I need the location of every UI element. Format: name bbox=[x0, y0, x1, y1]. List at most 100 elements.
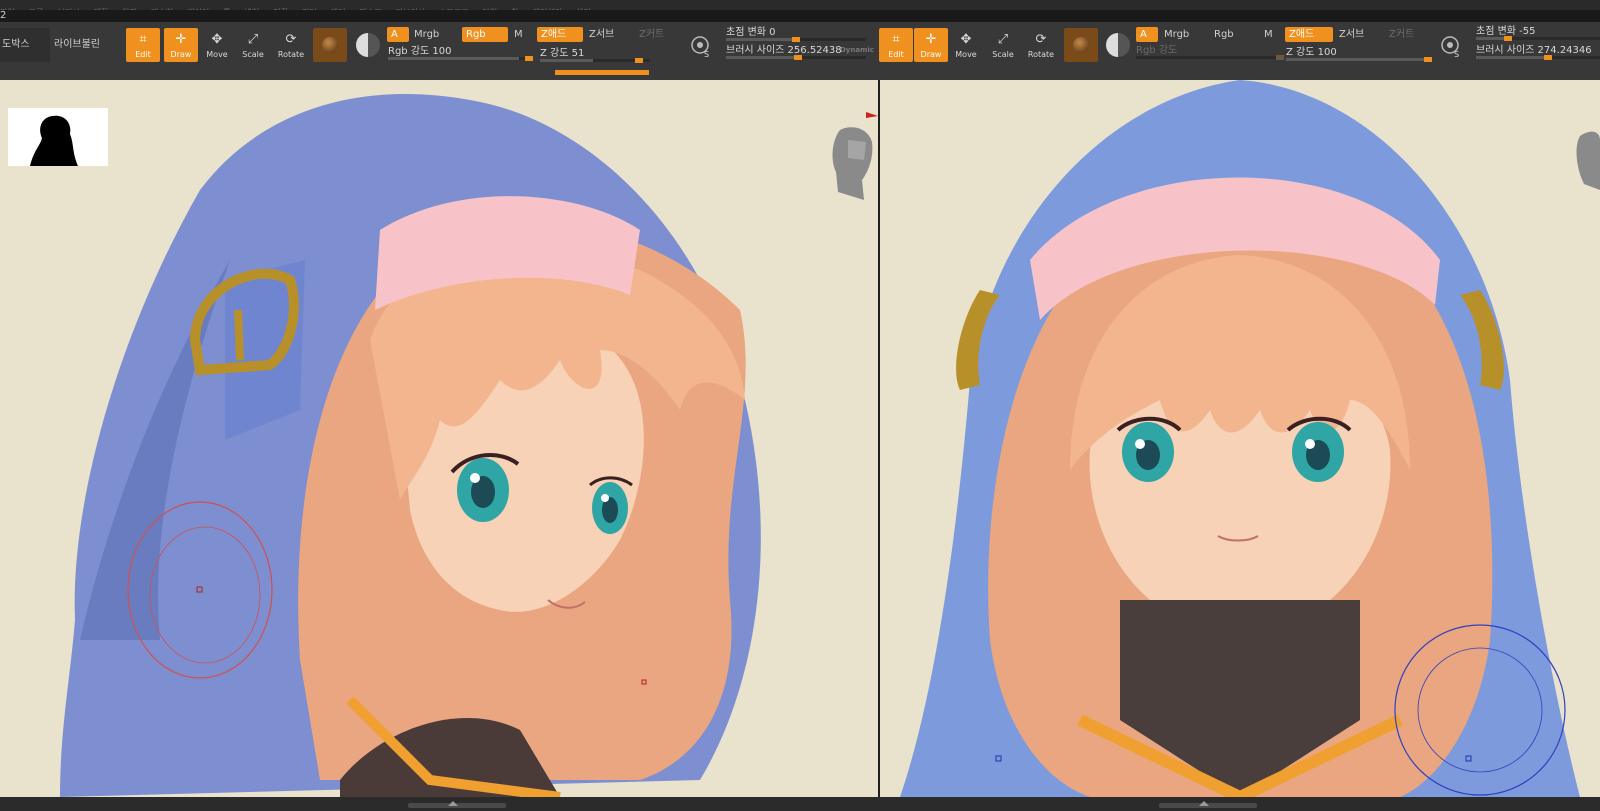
dynamic-toggle[interactable]: Dynamic bbox=[840, 46, 874, 54]
menu-item[interactable]: 지브러시 bbox=[396, 9, 425, 11]
slider-knob[interactable] bbox=[792, 37, 800, 42]
edit-icon: ⌗ bbox=[139, 32, 147, 47]
slider-knob[interactable] bbox=[1424, 57, 1432, 62]
zsub-toggle[interactable]: Z서브 bbox=[1335, 27, 1381, 42]
draw-button[interactable]: ✛ Draw bbox=[914, 28, 948, 62]
slider-label: Rgb 강도 bbox=[1136, 45, 1178, 56]
canvas-left[interactable] bbox=[0, 80, 878, 797]
head-gizmo-icon bbox=[832, 112, 878, 200]
menu-item[interactable]: 재질 bbox=[94, 9, 109, 11]
slider-knob[interactable] bbox=[635, 58, 643, 63]
rgb-toggle[interactable]: Rgb bbox=[462, 27, 508, 42]
slider-fill bbox=[388, 57, 519, 60]
scale-button[interactable]: ⤢ Scale bbox=[236, 28, 270, 62]
menu-item[interactable]: 창 bbox=[511, 9, 518, 11]
menu-item[interactable]: 설정 bbox=[576, 9, 591, 11]
menu-item[interactable]: 브러시 bbox=[57, 9, 79, 11]
rotate-button[interactable]: ⟳ Rotate bbox=[274, 28, 308, 62]
menu-item[interactable]: 텍스처 bbox=[151, 9, 173, 11]
menu-item[interactable]: 도구 bbox=[29, 9, 44, 11]
menu-item[interactable]: 타입 bbox=[483, 9, 498, 11]
m-toggle[interactable]: M bbox=[1260, 27, 1280, 42]
menu-item[interactable]: 알파 bbox=[122, 9, 137, 11]
draw-size-slider[interactable]: 브러시 사이즈 274.24346 bbox=[1476, 45, 1600, 60]
material-icon[interactable] bbox=[313, 28, 347, 62]
canvas-right[interactable] bbox=[880, 80, 1600, 797]
zcut-toggle[interactable]: Z커트 bbox=[1385, 27, 1425, 42]
tab-live-boolean[interactable]: 라이브불린 bbox=[52, 28, 124, 62]
menu-item[interactable]: 레이어 bbox=[187, 9, 209, 11]
menu-item[interactable]: 툴 bbox=[223, 9, 230, 11]
slider-label: 브러시 사이즈 256.52438 bbox=[726, 45, 842, 56]
zcut-toggle[interactable]: Z커트 bbox=[635, 27, 671, 42]
m-toggle[interactable]: M bbox=[510, 27, 530, 42]
mrgb-toggle[interactable]: Mrgb bbox=[410, 27, 460, 42]
scale-icon: ⤢ bbox=[997, 32, 1009, 47]
menu-item[interactable]: 마스크 bbox=[360, 9, 382, 11]
menu-item[interactable]: 렌더 bbox=[331, 9, 346, 11]
yinyang-icon[interactable] bbox=[356, 33, 380, 57]
slider-label: 초점 변화 -55 bbox=[1476, 26, 1536, 37]
slider-fill bbox=[1476, 37, 1507, 40]
draw-label: Draw bbox=[170, 50, 192, 59]
slider-knob[interactable] bbox=[1276, 55, 1284, 60]
slider-fill bbox=[540, 59, 593, 62]
move-button[interactable]: ✥ Move bbox=[949, 28, 983, 62]
menu-item[interactable]: 스트로크 bbox=[439, 9, 468, 11]
slider-label: Z 강도 100 bbox=[1286, 47, 1337, 58]
z-intensity-slider[interactable]: Z 강도 100 bbox=[1286, 47, 1432, 62]
stroke-icon[interactable]: S bbox=[690, 35, 714, 59]
mrgb-toggle[interactable]: Mrgb bbox=[1160, 27, 1210, 42]
stroke-icon[interactable]: S bbox=[1440, 35, 1464, 59]
rotate-icon: ⟳ bbox=[1035, 32, 1047, 47]
move-label: Move bbox=[206, 50, 228, 59]
zsub-toggle[interactable]: Z서브 bbox=[585, 27, 631, 42]
scale-icon: ⤢ bbox=[247, 32, 259, 47]
a-toggle[interactable]: A bbox=[1136, 27, 1158, 42]
sculpt-render-side-view bbox=[8, 94, 878, 797]
bottom-scroll-handle[interactable] bbox=[408, 801, 506, 808]
sculpt-render-front-view bbox=[900, 80, 1600, 797]
menu-item[interactable]: 필터 bbox=[302, 9, 317, 11]
menu-item[interactable]: 편집 bbox=[273, 9, 288, 11]
z-intensity-slider[interactable]: Z 강도 51 bbox=[540, 48, 650, 63]
draw-icon: ✛ bbox=[175, 32, 187, 47]
zadd-toggle[interactable]: Z애드 bbox=[1285, 27, 1333, 42]
tab-label: 라이브불린 bbox=[54, 39, 100, 50]
tab-tool-box[interactable]: 도박스 bbox=[0, 28, 50, 62]
menu-item[interactable]: 변형 bbox=[245, 9, 260, 11]
slider-fill bbox=[726, 38, 796, 41]
move-icon: ✥ bbox=[211, 32, 223, 47]
focal-shift-slider[interactable]: 초점 변화 0 bbox=[726, 27, 866, 42]
edit-icon: ⌗ bbox=[892, 32, 900, 47]
scale-label: Scale bbox=[242, 50, 264, 59]
rgb-toggle[interactable]: Rgb bbox=[1210, 27, 1254, 42]
window-number: 2 bbox=[0, 10, 7, 21]
edit-button[interactable]: ⌗ Edit bbox=[879, 28, 913, 62]
rgb-intensity-slider[interactable]: Rgb 강도 100 bbox=[388, 46, 533, 61]
svg-text:S: S bbox=[1454, 50, 1459, 59]
svg-text:S: S bbox=[704, 50, 709, 59]
menu-item[interactable]: 개인설정 bbox=[533, 9, 562, 11]
slider-label: 브러시 사이즈 274.24346 bbox=[1476, 45, 1592, 56]
yinyang-icon[interactable] bbox=[1106, 33, 1130, 57]
bottom-scroll-handle[interactable] bbox=[1159, 801, 1257, 808]
scale-label: Scale bbox=[992, 50, 1014, 59]
move-icon: ✥ bbox=[960, 32, 972, 47]
material-icon[interactable] bbox=[1064, 28, 1098, 62]
rotate-button[interactable]: ⟳ Rotate bbox=[1024, 28, 1058, 62]
tab-label: 도박스 bbox=[2, 39, 30, 50]
scale-button[interactable]: ⤢ Scale bbox=[986, 28, 1020, 62]
draw-button[interactable]: ✛ Draw bbox=[164, 28, 198, 62]
focal-shift-slider[interactable]: 초점 변화 -55 bbox=[1476, 26, 1600, 41]
bottom-shelf bbox=[0, 797, 1600, 811]
edit-button[interactable]: ⌗ Edit bbox=[126, 28, 160, 62]
slider-knob[interactable] bbox=[525, 56, 533, 61]
rgb-intensity-slider[interactable]: Rgb 강도 bbox=[1136, 45, 1284, 60]
zadd-toggle[interactable]: Z애드 bbox=[537, 27, 583, 42]
a-toggle[interactable]: A bbox=[387, 27, 409, 42]
move-button[interactable]: ✥ Move bbox=[200, 28, 234, 62]
slider-label: Rgb 강도 100 bbox=[388, 46, 452, 57]
edit-label: Edit bbox=[135, 50, 151, 59]
rotate-label: Rotate bbox=[1027, 50, 1055, 59]
